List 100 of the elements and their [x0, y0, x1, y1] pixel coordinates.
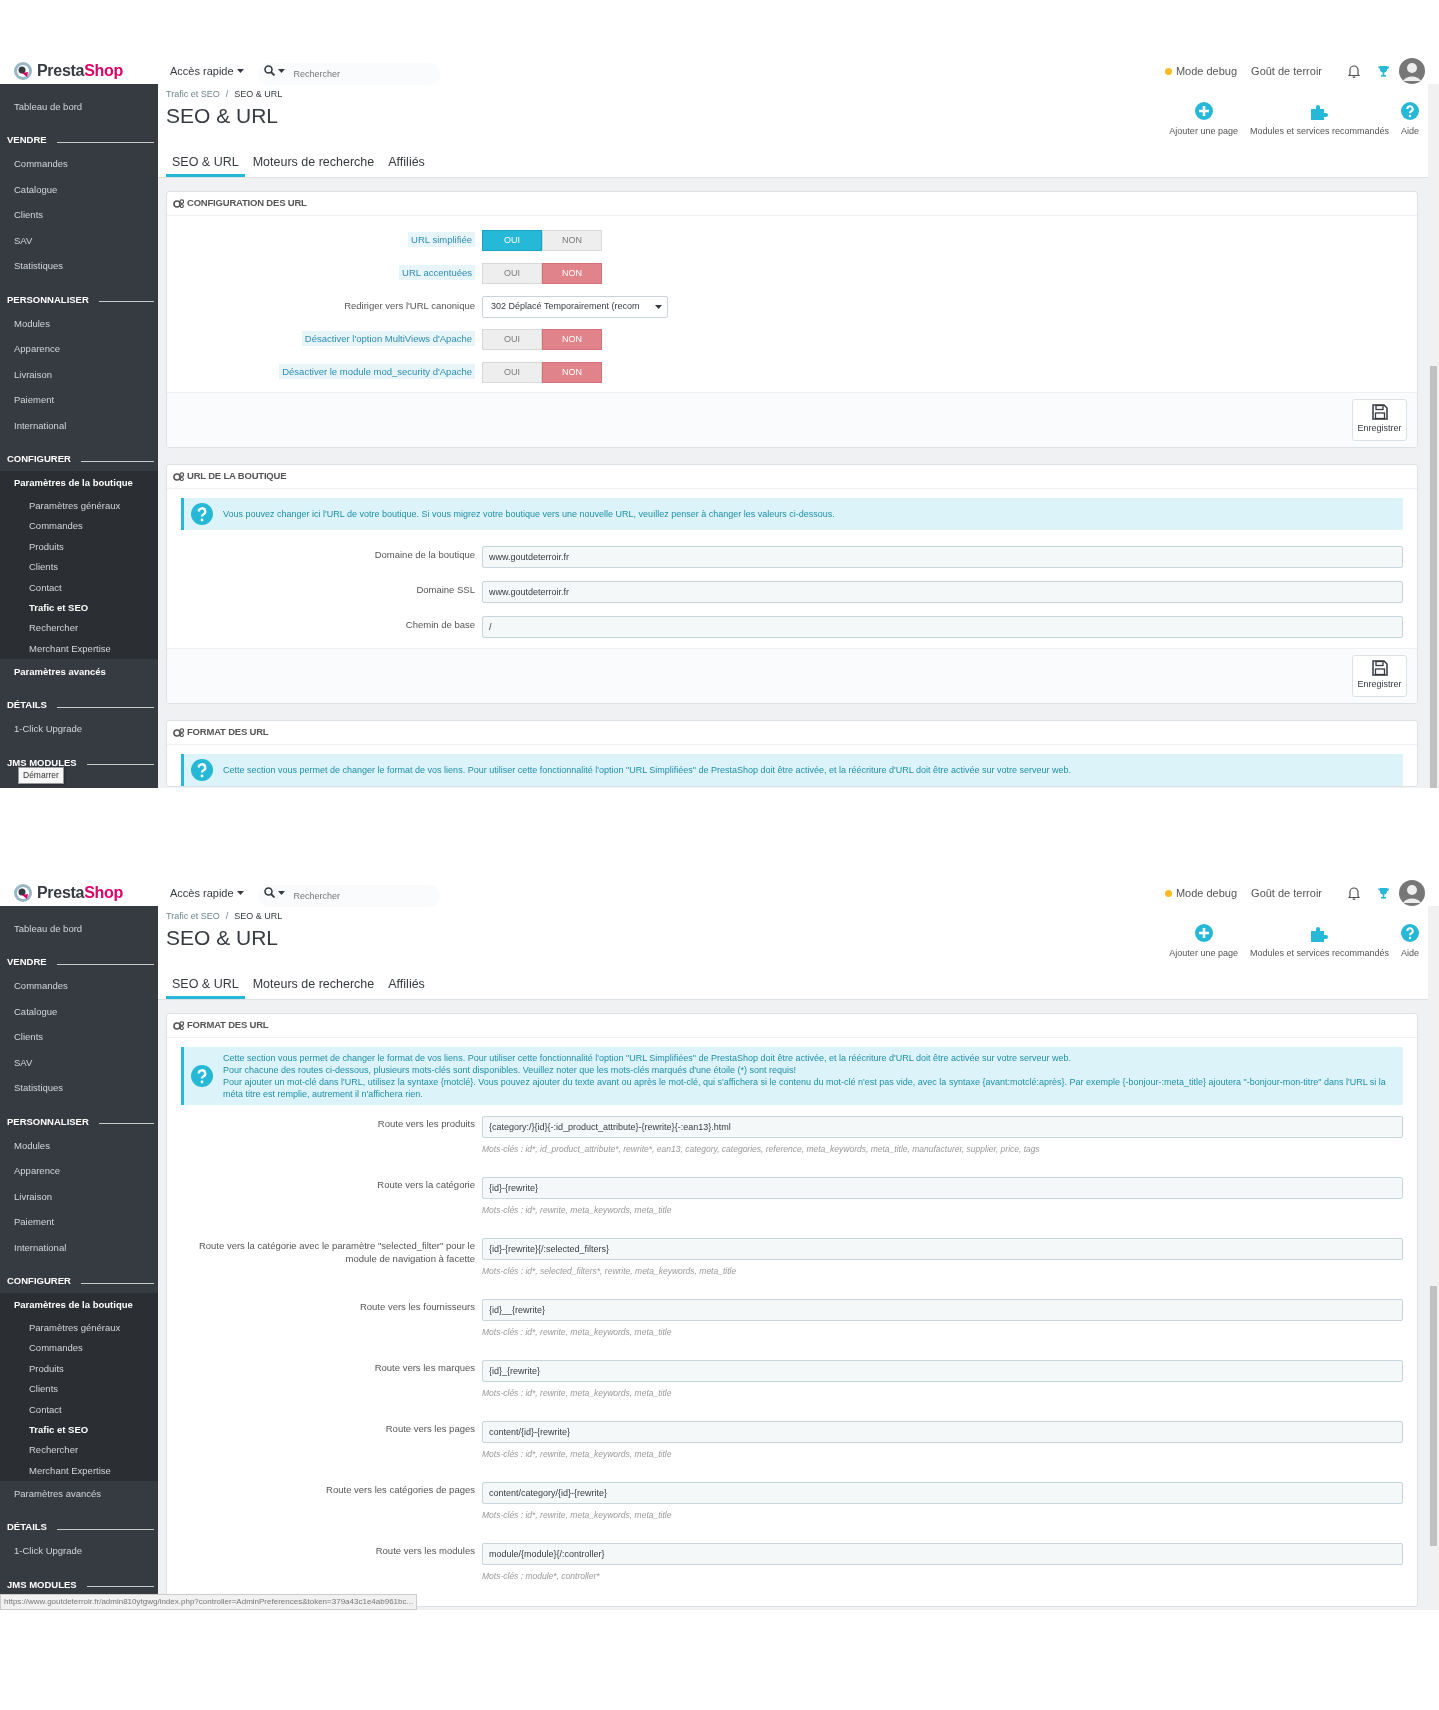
- breadcrumb-link[interactable]: Trafic et SEO: [166, 909, 220, 923]
- sidebar-subitem[interactable]: Paramètres généraux: [0, 1318, 158, 1339]
- search-button[interactable]: [263, 887, 285, 898]
- sidebar-subitem[interactable]: Merchant Expertise: [0, 1460, 158, 1482]
- sidebar-item[interactable]: 1-Click Upgrade: [0, 1538, 158, 1565]
- trophy-icon[interactable]: [1378, 65, 1389, 77]
- sidebar-subitem[interactable]: Commandes: [0, 1338, 158, 1359]
- sidebar-item[interactable]: Apparence: [0, 336, 158, 362]
- tab[interactable]: Moteurs de recherche: [246, 973, 381, 999]
- toolbar-button[interactable]: Aide: [1400, 102, 1420, 141]
- toolbar-button[interactable]: Aide: [1400, 924, 1420, 963]
- avatar-icon[interactable]: [1399, 58, 1425, 84]
- sidebar-subitem[interactable]: Paramètres généraux: [0, 496, 158, 517]
- breadcrumb-current: SEO & URL: [234, 910, 283, 923]
- sidebar-subitem[interactable]: Produits: [0, 1358, 158, 1380]
- avatar-icon[interactable]: [1399, 880, 1425, 906]
- status-bar: https://www.goutdeterroir.fr/admin810ytgwg/index.php?controller=AdminPreferences&token=379a43c1e4ab961bc...: [0, 1594, 418, 1610]
- sidebar-item[interactable]: SAV: [0, 1050, 158, 1076]
- sidebar-item[interactable]: Apparence: [0, 1158, 158, 1184]
- sidebar-item[interactable]: 1-Click Upgrade: [0, 716, 158, 743]
- field-label: Route vers les catégories de pages: [326, 1484, 475, 1495]
- sidebar-item[interactable]: Paramètres de la boutique: [0, 1292, 158, 1318]
- debug-mode-link[interactable]: Mode debug: [1175, 884, 1238, 902]
- sidebar-subitem[interactable]: Merchant Expertise: [0, 638, 158, 660]
- toggle-option[interactable]: OUI: [482, 263, 542, 284]
- route-field[interactable]: {id}_{rewrite}: [482, 1360, 1403, 1382]
- shop-name-link[interactable]: Goût de terroir: [1251, 884, 1322, 902]
- sidebar-item[interactable]: Paramètres avancés: [0, 1481, 158, 1507]
- sidebar-item[interactable]: Paramètres de la boutique: [0, 470, 158, 496]
- debug-mode-link[interactable]: Mode debug: [1175, 62, 1238, 80]
- route-field[interactable]: {id}-{rewrite}: [482, 1177, 1403, 1199]
- toggle-option[interactable]: NON: [542, 230, 602, 251]
- breadcrumb-separator: /: [225, 88, 229, 101]
- tab[interactable]: SEO & URL: [166, 973, 245, 999]
- sidebar-subitem[interactable]: Contact: [0, 1399, 158, 1420]
- toggle-option[interactable]: OUI: [482, 362, 542, 383]
- sidebar-item[interactable]: Statistiques: [0, 1075, 158, 1101]
- text-field[interactable]: www.goutdeterroir.fr: [482, 546, 1403, 568]
- sidebar-subitem[interactable]: Clients: [0, 557, 158, 578]
- help-icon: [191, 503, 213, 525]
- sidebar-item[interactable]: Modules: [0, 1133, 158, 1159]
- tab[interactable]: Affiliés: [382, 151, 431, 177]
- sidebar-subitem[interactable]: Commandes: [0, 516, 158, 537]
- quick-access-menu[interactable]: Accès rapide: [166, 884, 248, 902]
- sidebar-item[interactable]: Paiement: [0, 387, 158, 413]
- search-field[interactable]: Rechercher: [257, 63, 440, 85]
- sidebar-item[interactable]: Livraison: [0, 362, 158, 388]
- route-field[interactable]: {id}-{rewrite}{/:selected_filters}: [482, 1238, 1403, 1260]
- quick-access-menu[interactable]: Accès rapide: [166, 62, 248, 80]
- sidebar-item[interactable]: Clients: [0, 1024, 158, 1050]
- sidebar-item[interactable]: SAV: [0, 228, 158, 254]
- save-button[interactable]: Enregistrer: [1352, 399, 1407, 441]
- tab[interactable]: Affiliés: [382, 973, 431, 999]
- breadcrumb-link[interactable]: Trafic et SEO: [166, 87, 220, 101]
- search-button[interactable]: [263, 65, 285, 76]
- sidebar-item[interactable]: Clients: [0, 202, 158, 228]
- sidebar-subitem[interactable]: Trafic et SEO: [0, 597, 158, 619]
- toolbar-button[interactable]: Modules et services recommandés: [1248, 102, 1390, 141]
- sidebar-subitem[interactable]: Produits: [0, 536, 158, 558]
- sidebar-item[interactable]: Livraison: [0, 1184, 158, 1210]
- sidebar-subitem[interactable]: Clients: [0, 1379, 158, 1400]
- sidebar-item[interactable]: Paramètres avancés: [0, 659, 158, 685]
- sidebar-item[interactable]: International: [0, 413, 158, 439]
- text-field[interactable]: /: [482, 616, 1403, 638]
- scrollbar[interactable]: [1428, 906, 1439, 1610]
- route-field[interactable]: {id}__{rewrite}: [482, 1299, 1403, 1321]
- toolbar-button[interactable]: Ajouter une page: [1168, 924, 1239, 963]
- bell-icon[interactable]: [1348, 886, 1360, 900]
- sidebar-item[interactable]: Catalogue: [0, 999, 158, 1025]
- text-field[interactable]: www.goutdeterroir.fr: [482, 581, 1403, 603]
- route-field[interactable]: module/{module}{/:controller}: [482, 1543, 1403, 1565]
- toolbar-button[interactable]: Modules et services recommandés: [1248, 924, 1390, 963]
- sidebar-subitem[interactable]: Rechercher: [0, 1440, 158, 1461]
- scrollbar[interactable]: [1428, 84, 1439, 788]
- route-field[interactable]: content/{id}-{rewrite}: [482, 1421, 1403, 1443]
- toggle-option[interactable]: OUI: [482, 329, 542, 350]
- sidebar-item[interactable]: Tableau de bord: [0, 94, 158, 120]
- shop-name-link[interactable]: Goût de terroir: [1251, 62, 1322, 80]
- tab[interactable]: SEO & URL: [166, 151, 245, 177]
- search-icon: [263, 887, 275, 898]
- sidebar-subitem[interactable]: Contact: [0, 577, 158, 598]
- save-button[interactable]: Enregistrer: [1352, 655, 1407, 697]
- sidebar-subitem[interactable]: Trafic et SEO: [0, 1419, 158, 1441]
- sidebar-item[interactable]: Catalogue: [0, 177, 158, 203]
- sidebar-item[interactable]: Commandes: [0, 151, 158, 177]
- sidebar-item[interactable]: Commandes: [0, 973, 158, 999]
- route-field[interactable]: {category:/}{id}{-:id_product_attribute}-{rewrite}{-:ean13}.html: [482, 1116, 1403, 1138]
- sidebar-item[interactable]: Paiement: [0, 1209, 158, 1235]
- redirect-select[interactable]: 302 Déplacé Temporairement (recom: [482, 295, 668, 318]
- toolbar-button[interactable]: Ajouter une page: [1168, 102, 1239, 141]
- tab[interactable]: Moteurs de recherche: [246, 151, 381, 177]
- route-field[interactable]: content/category/{id}-{rewrite}: [482, 1482, 1403, 1504]
- search-field[interactable]: Rechercher: [257, 885, 440, 907]
- sidebar-item[interactable]: Tableau de bord: [0, 916, 158, 942]
- sidebar-item[interactable]: Modules: [0, 311, 158, 337]
- sidebar-item[interactable]: International: [0, 1235, 158, 1261]
- bell-icon[interactable]: [1348, 64, 1360, 78]
- sidebar-subitem[interactable]: Rechercher: [0, 618, 158, 639]
- trophy-icon[interactable]: [1378, 887, 1389, 899]
- sidebar-item[interactable]: Statistiques: [0, 253, 158, 279]
